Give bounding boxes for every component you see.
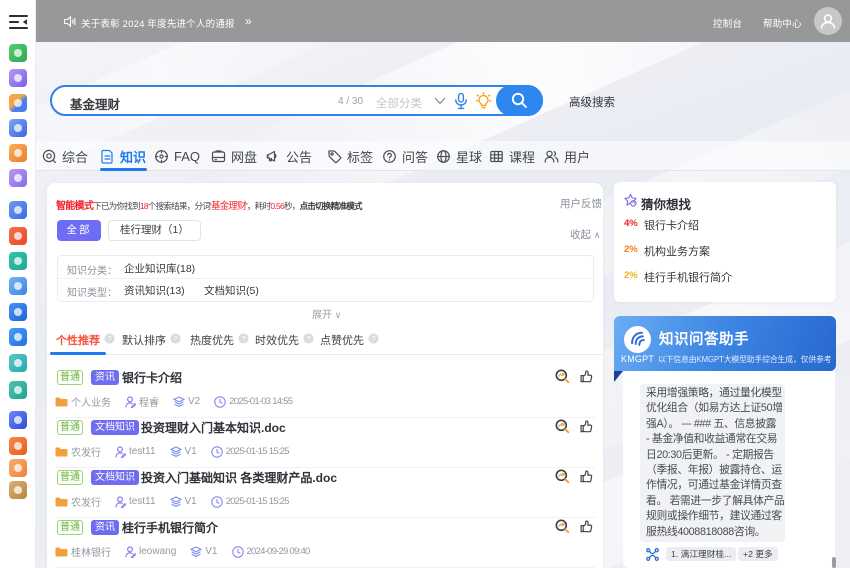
svg-text:?: ? — [306, 334, 310, 343]
svg-text:?: ? — [107, 334, 111, 343]
svg-text:?: ? — [371, 334, 375, 343]
svg-text:?: ? — [241, 334, 245, 343]
svg-text:?: ? — [173, 334, 177, 343]
